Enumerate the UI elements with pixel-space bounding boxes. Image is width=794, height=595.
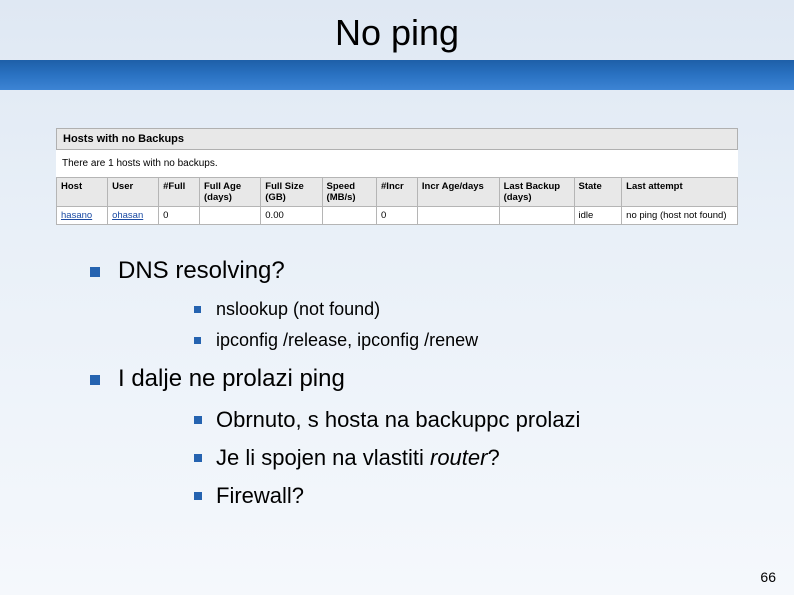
cell-nincr: 0: [377, 207, 418, 225]
th-fullsize: Full Size (GB): [261, 178, 322, 207]
sublist-noping: Obrnuto, s hosta na backuppc prolazi Je …: [194, 407, 724, 509]
content: DNS resolving? nslookup (not found) ipco…: [90, 257, 724, 509]
subbullet-router: Je li spojen na vlastiti router?: [194, 445, 724, 471]
title-stripe: [0, 60, 794, 90]
bullet-list: DNS resolving? nslookup (not found) ipco…: [90, 257, 724, 509]
bullet-noping-text: I dalje ne prolazi ping: [118, 365, 345, 392]
cell-incrage: [417, 207, 499, 225]
cell-nfull: 0: [159, 207, 200, 225]
title-region: No ping: [0, 0, 794, 98]
th-nfull: #Full: [159, 178, 200, 207]
router-post: ?: [487, 445, 499, 470]
subbullet-nslookup: nslookup (not found): [194, 299, 724, 320]
subbullet-reverse: Obrnuto, s hosta na backuppc prolazi: [194, 407, 724, 433]
cell-fullage: [199, 207, 260, 225]
cell-fullsize: 0.00: [261, 207, 322, 225]
cell-lastattempt: no ping (host not found): [622, 207, 738, 225]
cell-state: idle: [574, 207, 622, 225]
th-state: State: [574, 178, 622, 207]
slide-title: No ping: [0, 12, 794, 54]
table-row: hasano ohasan 0 0.00 0 idle no ping (hos…: [57, 207, 738, 225]
cell-user[interactable]: ohasan: [108, 207, 159, 225]
th-lastattempt: Last attempt: [622, 178, 738, 207]
subbullet-firewall: Firewall?: [194, 483, 724, 509]
th-host: Host: [57, 178, 108, 207]
table-banner: Hosts with no Backups: [56, 128, 738, 150]
bullet-dns: DNS resolving? nslookup (not found) ipco…: [90, 257, 724, 351]
th-user: User: [108, 178, 159, 207]
th-speed: Speed (MB/s): [322, 178, 376, 207]
th-fullage: Full Age (days): [199, 178, 260, 207]
table-header-row: Host User #Full Full Age (days) Full Siz…: [57, 178, 738, 207]
hosts-table: Host User #Full Full Age (days) Full Siz…: [56, 177, 738, 225]
th-nincr: #Incr: [377, 178, 418, 207]
table-note: There are 1 hosts with no backups.: [56, 150, 738, 177]
th-incrage: Incr Age/days: [417, 178, 499, 207]
sublist-dns: nslookup (not found) ipconfig /release, …: [194, 299, 724, 351]
cell-host[interactable]: hasano: [57, 207, 108, 225]
router-pre: Je li spojen na vlastiti: [216, 445, 430, 470]
cell-lastbackup: [499, 207, 574, 225]
router-em: router: [430, 445, 487, 470]
bullet-noping: I dalje ne prolazi ping Obrnuto, s hosta…: [90, 365, 724, 509]
page-number: 66: [760, 569, 776, 585]
bullet-dns-text: DNS resolving?: [118, 257, 285, 284]
cell-speed: [322, 207, 376, 225]
th-lastbackup: Last Backup (days): [499, 178, 574, 207]
hosts-table-wrap: Hosts with no Backups There are 1 hosts …: [56, 128, 738, 225]
subbullet-ipconfig: ipconfig /release, ipconfig /renew: [194, 330, 724, 351]
